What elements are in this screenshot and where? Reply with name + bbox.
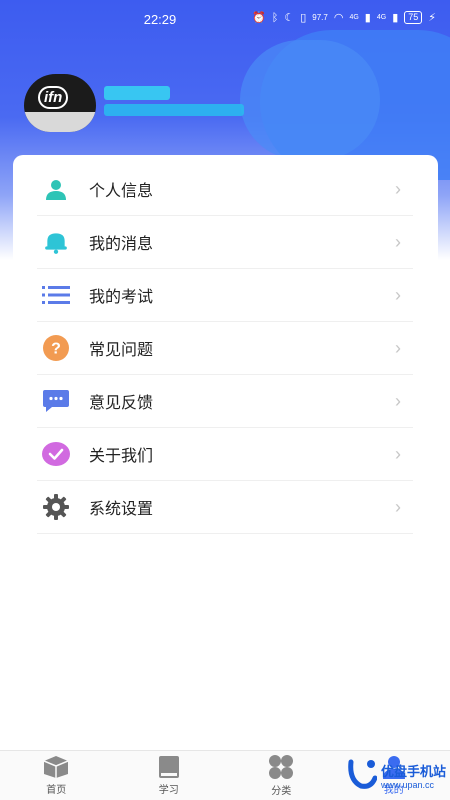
user-id-redacted — [104, 104, 244, 116]
username-blurred[interactable] — [104, 86, 244, 118]
charging-icon: ⚡ — [428, 12, 436, 24]
vibrate-icon: ▯ — [300, 12, 307, 24]
menu-item-my-exams[interactable]: 我的考试 › — [37, 269, 413, 322]
avatar[interactable]: ifn — [24, 74, 96, 132]
signal-icon-2: ▮ — [392, 12, 399, 24]
avatar-logo: ifn — [38, 86, 69, 109]
signal-a: 4G — [349, 14, 359, 21]
chevron-right-icon: › — [395, 443, 401, 464]
net-speed: 97.7 — [312, 13, 328, 22]
bluetooth-icon: ᛒ — [271, 11, 279, 24]
person-icon — [41, 174, 71, 204]
menu-label: 常见问题 — [89, 342, 154, 359]
menu-item-messages[interactable]: 我的消息 › — [37, 216, 413, 269]
book-icon — [158, 756, 179, 778]
category-icon — [269, 755, 294, 779]
question-icon: ? — [41, 333, 71, 363]
watermark: 优盘手机站 www.upan.cc — [347, 758, 446, 792]
status-bar: 22:29 ⏰ ᛒ ☾ ▯ 97.7 ◠ 4G ▮ 4G ▮ 75 ⚡ — [0, 0, 450, 40]
tab-study[interactable]: 学习 — [113, 751, 226, 800]
menu-label: 系统设置 — [89, 501, 154, 518]
chevron-right-icon: › — [395, 284, 401, 305]
gear-icon — [41, 492, 71, 522]
menu-label: 关于我们 — [89, 448, 154, 465]
moon-icon: ☾ — [284, 12, 295, 24]
home-icon — [43, 756, 69, 778]
alarm-icon: ⏰ — [252, 12, 266, 24]
menu-label: 我的考试 — [89, 289, 154, 306]
chevron-right-icon: › — [395, 390, 401, 411]
tab-home[interactable]: 首页 — [0, 751, 113, 800]
tab-label: 首页 — [46, 785, 67, 796]
list-icon — [41, 280, 71, 310]
watermark-logo-icon — [348, 759, 377, 789]
watermark-url: www.upan.cc — [380, 779, 435, 790]
avatar-base — [24, 112, 96, 132]
tab-label: 学习 — [158, 785, 179, 796]
menu-item-feedback[interactable]: 意见反馈 › — [37, 375, 413, 428]
chevron-right-icon: › — [395, 337, 401, 358]
signal-icon: ▮ — [364, 12, 371, 24]
bell-icon — [41, 227, 71, 257]
cloud-decoration-small — [240, 40, 380, 160]
menu-item-faq[interactable]: ? 常见问题 › — [37, 322, 413, 375]
about-icon — [41, 439, 71, 469]
status-icons: ⏰ ᛒ ☾ ▯ 97.7 ◠ 4G ▮ 4G ▮ 75 ⚡ — [252, 11, 436, 24]
menu-card: 个人信息 › 我的消息 › 我的考试 › ? 常见问题 › 意见反馈 › 关于我… — [13, 155, 438, 555]
menu-label: 意见反馈 — [89, 395, 154, 412]
menu-item-about-us[interactable]: 关于我们 › — [37, 428, 413, 481]
chevron-right-icon: › — [395, 231, 401, 252]
battery-level: 75 — [404, 11, 423, 24]
tab-category[interactable]: 分类 — [225, 751, 338, 800]
svg-text:?: ? — [51, 341, 61, 358]
menu-item-system-settings[interactable]: 系统设置 › — [37, 481, 413, 534]
watermark-title: 优盘手机站 — [380, 763, 446, 779]
feedback-icon — [41, 386, 71, 416]
chevron-right-icon: › — [395, 178, 401, 199]
tab-label: 分类 — [271, 786, 292, 797]
username-redacted — [104, 86, 170, 100]
signal-b: 4G — [376, 14, 387, 21]
menu-label: 我的消息 — [89, 236, 154, 253]
wifi-icon: ◠ — [333, 12, 344, 24]
chevron-right-icon: › — [395, 496, 401, 517]
menu-item-personal-info[interactable]: 个人信息 › — [37, 163, 413, 216]
menu-label: 个人信息 — [89, 183, 154, 200]
